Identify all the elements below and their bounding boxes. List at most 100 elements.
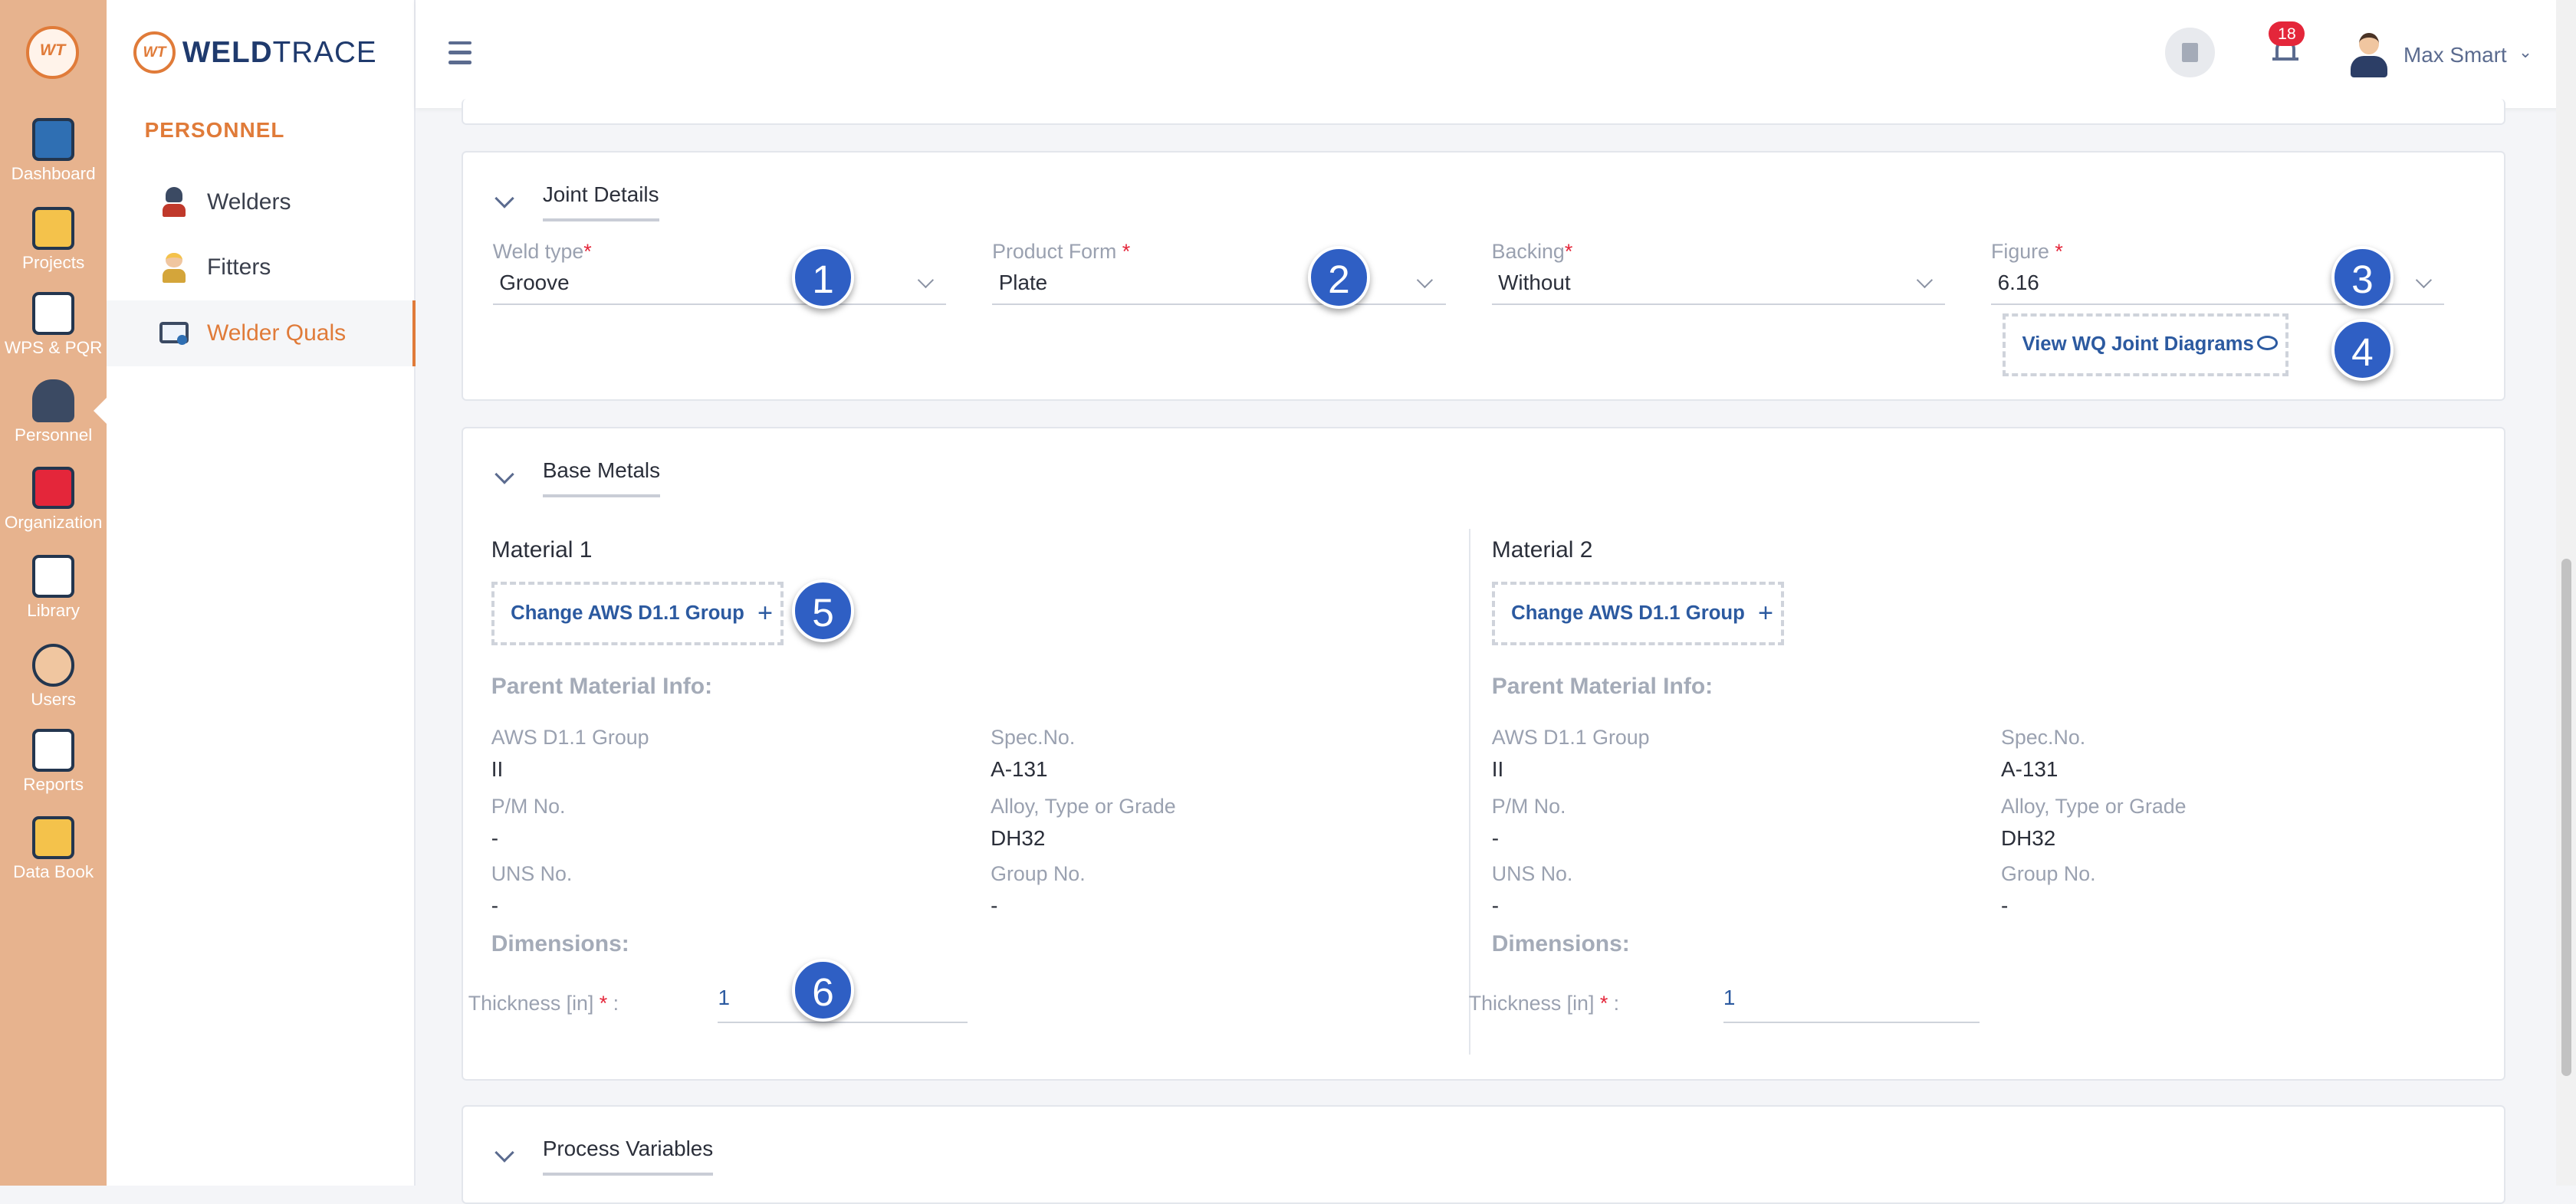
folder-icon [31,207,75,250]
certificate-icon [159,319,189,349]
spec-no-label: Spec.No. [2001,726,2086,750]
card-title: Process Variables [542,1137,714,1176]
sidebar-item-fitters[interactable]: Fitters [107,235,412,300]
alloy-label: Alloy, Type or Grade [2001,795,2187,819]
sidebar-item-welders[interactable]: Welders [107,169,412,235]
rail-label: Data Book [13,862,94,881]
chevron-down-icon [2416,271,2433,288]
sidebar-item-label: Welder Quals [206,320,347,346]
weld-type-label: Weld type* [492,239,592,263]
base-metals-header[interactable]: Base Metals [493,458,661,497]
book-icon[interactable] [2165,28,2215,77]
rail-item-organization[interactable]: Organization [0,466,107,533]
parent-material-info-title: Parent Material Info: [1491,673,1714,699]
pm-no-label: P/M No. [491,795,566,819]
plus-icon: + [757,598,773,628]
hamburger-menu-icon[interactable] [448,41,472,71]
thickness-input-2[interactable]: 1 [1723,986,1980,1023]
spec-no-value: A-131 [991,756,1048,781]
pm-no-value: - [491,825,498,850]
material-2-title: Material 2 [1491,536,1593,563]
chevron-down-icon [917,271,934,288]
chevron-down-icon[interactable]: ⌄ [2518,43,2532,62]
user-name[interactable]: Max Smart [2404,43,2507,67]
spec-no-label: Spec.No. [991,726,1076,750]
welder-icon [159,187,189,217]
rail-item-data-book[interactable]: Data Book [0,816,107,882]
spec-no-value: A-131 [2001,756,2058,781]
annotation-marker-5: 5 [791,579,855,642]
rail-label: Reports [23,775,84,795]
avatar[interactable] [2349,30,2388,79]
uns-no-value: - [491,893,498,917]
alloy-value: DH32 [991,825,1046,850]
annotation-marker-3: 3 [2331,246,2394,309]
alloy-value: DH32 [2001,825,2056,850]
uns-no-label: UNS No. [1491,862,1573,886]
chevron-down-icon [495,189,514,208]
pm-no-value: - [1491,825,1500,850]
uns-no-label: UNS No. [491,862,573,886]
fitter-icon [159,252,189,283]
rail-item-library[interactable]: Library [0,555,107,621]
annotation-marker-2: 2 [1307,246,1371,309]
rail-item-reports[interactable]: Reports [0,729,107,795]
plus-icon: + [1757,598,1773,628]
scrollbar-thumb[interactable] [2561,558,2571,1076]
change-aws-group-button-1[interactable]: Change AWS D1.1 Group + [491,581,784,646]
scrollbar[interactable] [2556,0,2576,1186]
pm-no-label: P/M No. [1491,795,1566,819]
document-gear-icon [31,292,75,336]
alloy-label: Alloy, Type or Grade [991,795,1176,819]
rail-label: Projects [22,252,85,272]
rail-item-users[interactable]: Users [0,644,107,710]
group-no-value: - [991,893,998,917]
secondary-sidebar: WT WELDTRACE PERSONNEL Welders Fitters W… [107,0,416,1186]
process-variables-header[interactable]: Process Variables [493,1137,714,1176]
joint-details-card: Joint Details Weld type* Groove Product … [462,151,2505,401]
annotation-marker-6: 6 [791,959,855,1022]
aws-group-value: II [1491,756,1504,781]
sidebar-item-label: Fitters [206,254,271,280]
figure-label: Figure * [1991,239,2063,263]
organization-icon [31,466,75,510]
data-book-icon [31,816,75,859]
brand-logo[interactable]: WT WELDTRACE [133,26,377,79]
dashboard-icon [31,118,75,161]
thickness-label: Thickness [in] * : [468,992,619,1015]
welder-mask-icon [31,379,75,422]
backing-select[interactable]: Without [1491,267,1946,306]
rail-item-projects[interactable]: Projects [0,207,107,273]
change-aws-group-button-2[interactable]: Change AWS D1.1 Group + [1491,581,1785,646]
book-icon [31,555,75,598]
group-no-label: Group No. [2001,862,2096,886]
product-form-label: Product Form * [992,239,1131,263]
brand-name: WELDTRACE [182,35,377,69]
chevron-down-icon [495,1143,514,1163]
annotation-marker-1: 1 [791,246,855,309]
backing-label: Backing* [1491,239,1573,263]
rail-item-wps-pqr[interactable]: WPS & PQR [0,292,107,358]
joint-details-header[interactable]: Joint Details [493,182,659,221]
weld-type-select[interactable]: Groove [492,267,947,306]
sidebar-item-welder-quals[interactable]: Welder Quals [107,300,416,366]
rail-item-dashboard[interactable]: Dashboard [0,118,107,184]
active-indicator [94,397,107,424]
uns-no-value: - [1491,893,1500,917]
previous-card [462,98,2505,125]
aws-group-label: AWS D1.1 Group [1491,726,1650,750]
rail-item-personnel[interactable]: Personnel [0,379,107,445]
aws-group-value: II [491,756,504,781]
report-clock-icon [31,729,75,773]
chevron-down-icon [495,464,514,484]
top-bar: 18 Max Smart ⌄ [416,0,2576,109]
chevron-down-icon [1916,271,1933,288]
group-no-value: - [2001,893,2009,917]
rail-label: Personnel [14,425,93,445]
product-form-select[interactable]: Plate [992,267,1446,306]
sidebar-item-label: Welders [206,189,291,215]
users-icon [31,644,75,687]
view-joint-diagrams-button[interactable]: View WQ Joint Diagrams [2003,313,2288,376]
brand-mark-icon: WT [133,31,176,74]
app-logo-icon[interactable]: WT [26,26,79,79]
